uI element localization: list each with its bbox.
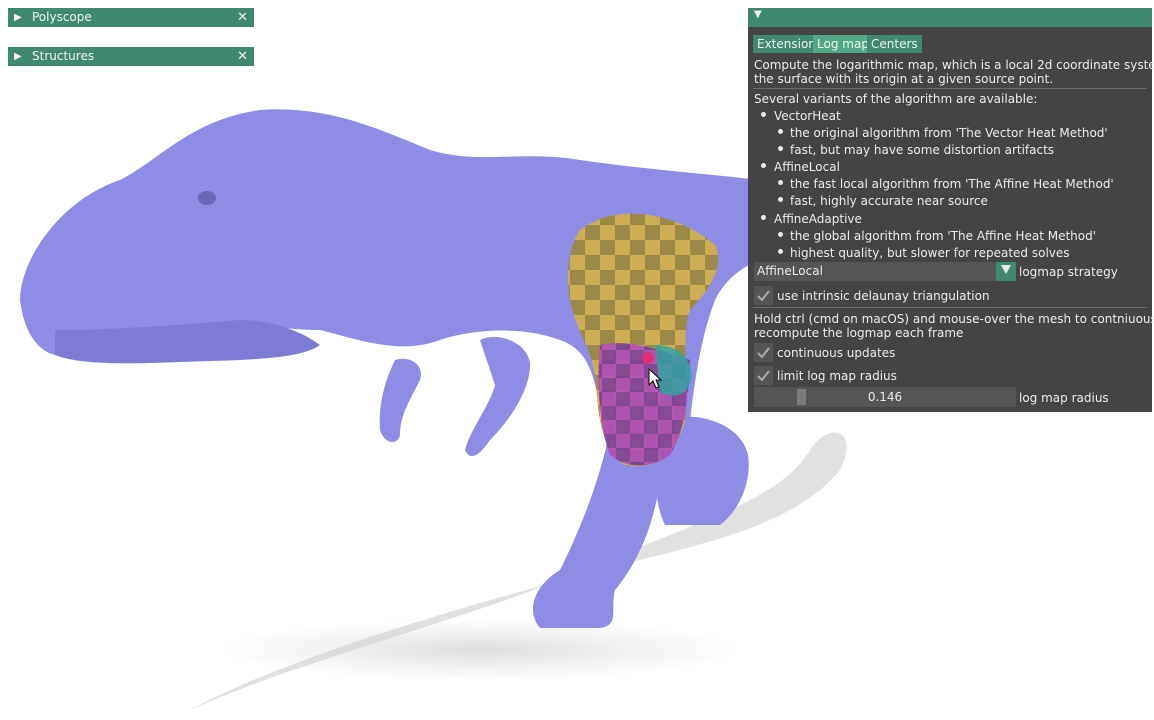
intro-text-line2: the surface with its origin at a given s… xyxy=(754,72,1054,86)
variant-detail: the fast local algorithm from 'The Affin… xyxy=(790,177,1114,191)
bullet-icon xyxy=(778,232,783,237)
variant-detail: highest quality, but slower for repeated… xyxy=(790,246,1070,260)
bullet-icon xyxy=(778,197,783,202)
limit-radius-checkbox[interactable] xyxy=(754,366,773,385)
checkmark-icon xyxy=(757,370,770,382)
intrinsic-delaunay-checkbox[interactable] xyxy=(754,286,773,305)
logmap-strategy-value: AffineLocal xyxy=(757,264,823,278)
intro-text-line1: Compute the logarithmic map, which is a … xyxy=(754,58,1154,72)
log-map-radius-value: 0.146 xyxy=(867,390,903,404)
source-point xyxy=(642,352,654,364)
logmap-panel: ▼ Extension Log map Centers Compute the … xyxy=(748,8,1154,412)
variant-name: VectorHeat xyxy=(774,109,841,123)
bullet-icon xyxy=(778,146,783,151)
checkmark-icon xyxy=(757,347,770,359)
variant-detail: the global algorithm from 'The Affine He… xyxy=(790,229,1097,243)
bullet-icon xyxy=(761,163,766,168)
polyscope-window[interactable]: ▶ Polyscope ✕ xyxy=(8,8,254,27)
bullet-icon xyxy=(778,129,783,134)
bullet-icon xyxy=(778,180,783,185)
tab-log-map[interactable]: Log map xyxy=(813,35,873,53)
variant-name: AffineLocal xyxy=(774,160,840,174)
bullet-icon xyxy=(761,215,766,220)
continuous-updates-checkbox[interactable] xyxy=(754,343,773,362)
tab-extension[interactable]: Extension xyxy=(753,35,820,53)
polyscope-window-title: Polyscope xyxy=(32,10,92,24)
separator xyxy=(753,88,1147,89)
separator xyxy=(753,307,1147,308)
limit-radius-label: limit log map radius xyxy=(777,369,897,383)
variants-heading: Several variants of the algorithm are av… xyxy=(754,92,1038,106)
dropdown-arrow-icon[interactable] xyxy=(996,262,1016,281)
structures-window-title: Structures xyxy=(32,49,95,63)
close-icon[interactable]: ✕ xyxy=(237,47,248,66)
expand-arrow-icon[interactable]: ▶ xyxy=(14,8,22,27)
trex-mesh[interactable] xyxy=(20,109,862,628)
variant-detail: fast, highly accurate near source xyxy=(790,194,988,208)
variant-detail: the original algorithm from 'The Vector … xyxy=(790,126,1108,140)
continuous-updates-label: continuous updates xyxy=(777,346,896,360)
hint-text-line2: recompute the logmap each frame xyxy=(754,326,964,340)
variant-detail: fast, but may have some distortion artif… xyxy=(790,143,1055,157)
intrinsic-delaunay-label: use intrinsic delaunay triangulation xyxy=(777,289,990,303)
close-icon[interactable]: ✕ xyxy=(237,8,248,27)
structures-window[interactable]: ▶ Structures ✕ xyxy=(8,47,254,66)
bullet-icon xyxy=(778,249,783,254)
collapse-arrow-icon[interactable]: ▼ xyxy=(754,9,762,20)
logmap-strategy-label: logmap strategy xyxy=(1019,265,1118,279)
logmap-strategy-select[interactable]: AffineLocal xyxy=(754,262,1016,281)
bullet-icon xyxy=(761,112,766,117)
log-map-radius-slider[interactable]: 0.146 xyxy=(754,387,1016,407)
tab-centers[interactable]: Centers xyxy=(867,35,922,53)
hint-text-line1: Hold ctrl (cmd on macOS) and mouse-over … xyxy=(754,312,1154,326)
expand-arrow-icon[interactable]: ▶ xyxy=(14,47,22,66)
log-map-radius-label: log map radius xyxy=(1019,391,1109,405)
checkmark-icon xyxy=(757,290,770,302)
variant-name: AffineAdaptive xyxy=(774,212,862,226)
panel-titlebar[interactable]: ▼ xyxy=(748,8,1152,27)
